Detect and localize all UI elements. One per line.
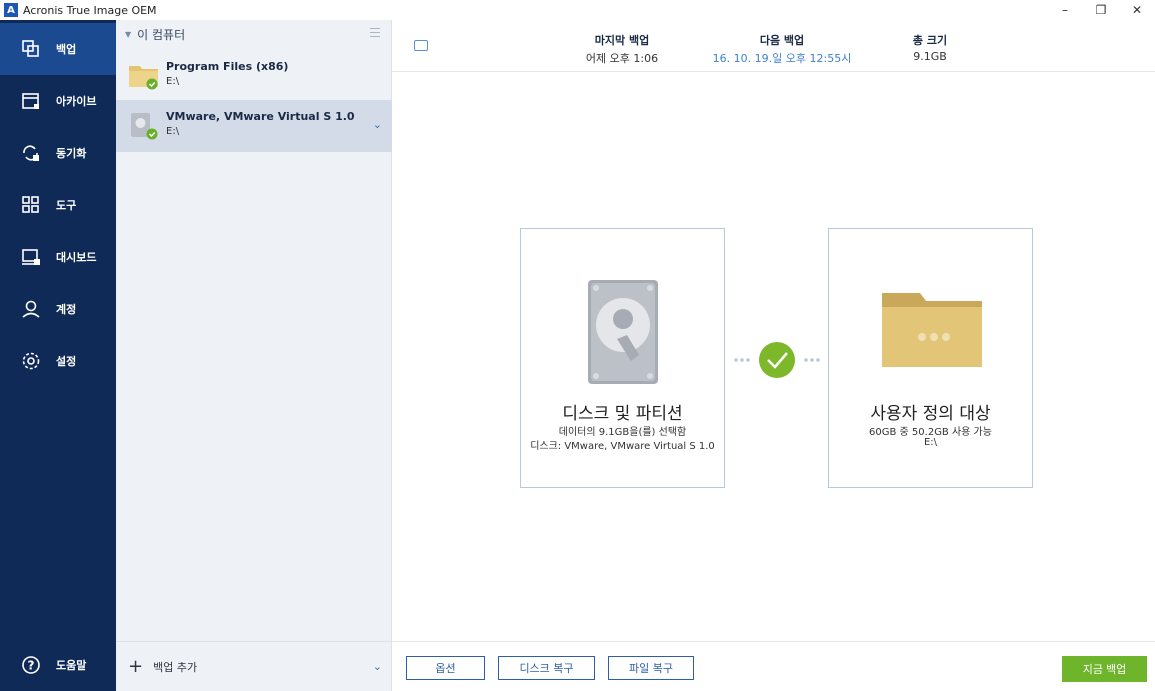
sidebar-item-label: 대시보드 (56, 251, 97, 264)
collapse-triangle-icon[interactable]: ▼ (125, 30, 131, 39)
backup-path: E:\ (166, 126, 180, 137)
source-disk-name: 디스크: VMware, VMware Virtual S 1.0 (530, 441, 715, 452)
sidebar: 백업 아카이브 동기화 도구 대시보드 계정 설정 ? 도움말 (0, 20, 116, 691)
last-backup-label: 마지막 백업 (594, 34, 650, 47)
destination-free-space: 60GB 중 50.2GB 사용 가능 (869, 427, 992, 438)
source-selected-size: 데이터의 9.1GB을(를) 선택함 (558, 427, 687, 438)
total-size: 총 크기 9.1GB (890, 32, 970, 63)
list-item-vmware-disk[interactable]: VMware, VMware Virtual S 1.0 E:\ ⌄ (116, 100, 392, 152)
total-size-label: 총 크기 (912, 34, 948, 47)
main-panel: 마지막 백업 어제 오후 1:06 다음 백업 16. 10. 19.일 오후 … (392, 20, 1155, 691)
add-backup-label: 백업 추가 (153, 660, 198, 674)
disk-icon (128, 110, 160, 140)
title-bar: A Acronis True Image OEM – ❐ ✕ (0, 0, 1155, 20)
account-icon (20, 298, 42, 320)
tools-icon (20, 194, 42, 216)
folder-icon (128, 60, 160, 90)
restore-button[interactable]: ❐ (1083, 0, 1119, 20)
backup-path: E:\ (166, 76, 180, 87)
help-icon: ? (20, 654, 42, 676)
sidebar-item-label: 아카이브 (56, 95, 97, 108)
close-button[interactable]: ✕ (1119, 0, 1155, 20)
window-title: Acronis True Image OEM (23, 3, 157, 17)
backup-list-header[interactable]: ▼ 이 컴퓨터 (116, 20, 392, 48)
sidebar-item-label: 백업 (56, 43, 77, 56)
source-card[interactable]: 디스크 및 파티션 데이터의 9.1GB을(를) 선택함 디스크: VMware… (520, 228, 725, 488)
sidebar-item-label: 도구 (56, 199, 77, 212)
backup-icon (20, 38, 42, 60)
sidebar-item-account[interactable]: 계정 (0, 283, 116, 335)
last-backup: 마지막 백업 어제 오후 1:06 (577, 32, 667, 66)
window-controls: – ❐ ✕ (1047, 0, 1155, 20)
backup-summary: 마지막 백업 어제 오후 1:06 다음 백업 16. 10. 19.일 오후 … (392, 20, 1155, 72)
list-menu-icon[interactable] (370, 28, 380, 37)
sidebar-item-dashboard[interactable]: 대시보드 (0, 231, 116, 283)
sidebar-item-tools[interactable]: 도구 (0, 179, 116, 231)
hard-disk-icon (588, 280, 658, 384)
sidebar-item-help[interactable]: ? 도움말 (0, 639, 116, 691)
destination-path: E:\ (923, 437, 938, 448)
backup-now-button[interactable]: 지금 백업 (1062, 656, 1147, 682)
disk-recovery-button[interactable]: 디스크 복구 (498, 656, 595, 680)
list-header-label: 이 컴퓨터 (137, 27, 186, 42)
next-backup-value[interactable]: 16. 10. 19.일 오후 12:55시 (692, 50, 872, 66)
minimize-button[interactable]: – (1047, 0, 1083, 20)
comment-icon[interactable] (414, 40, 428, 51)
sidebar-item-label: 도움말 (56, 659, 87, 672)
sidebar-item-label: 동기화 (56, 147, 87, 160)
app-logo-icon: A (4, 3, 18, 17)
gear-icon (20, 350, 42, 372)
last-backup-value: 어제 오후 1:06 (585, 52, 659, 65)
sidebar-item-label: 계정 (56, 303, 77, 316)
chevron-down-icon[interactable]: ⌄ (373, 660, 382, 673)
dashboard-icon (20, 246, 42, 268)
file-recovery-button[interactable]: 파일 복구 (608, 656, 694, 680)
archive-icon (20, 90, 42, 112)
next-backup: 다음 백업 16. 10. 19.일 오후 12:55시 (692, 32, 872, 66)
plus-icon: + (128, 656, 144, 677)
backup-list-pane: ▼ 이 컴퓨터 Program Files (x86) E:\ VMware, … (116, 20, 392, 691)
destination-card[interactable]: 사용자 정의 대상 60GB 중 50.2GB 사용 가능 E:\ (828, 228, 1033, 488)
total-size-value: 9.1GB (913, 50, 947, 63)
sidebar-item-label: 설정 (56, 355, 77, 368)
sidebar-item-archive[interactable]: 아카이브 (0, 75, 116, 127)
folder-icon (882, 293, 982, 367)
backup-status-check-icon (734, 342, 820, 378)
destination-title: 사용자 정의 대상 (870, 404, 991, 424)
add-backup-button[interactable]: + 백업 추가 ⌄ (116, 641, 392, 691)
sidebar-item-backup[interactable]: 백업 (0, 23, 116, 75)
sync-icon (20, 142, 42, 164)
bottom-toolbar: 옵션 디스크 복구 파일 복구 지금 백업 (392, 641, 1155, 691)
source-title: 디스크 및 파티션 (562, 404, 683, 424)
next-backup-label: 다음 백업 (759, 34, 805, 47)
list-item-program-files[interactable]: Program Files (x86) E:\ (116, 50, 392, 102)
svg-text:?: ? (28, 659, 35, 673)
options-button[interactable]: 옵션 (406, 656, 485, 680)
sidebar-item-sync[interactable]: 동기화 (0, 127, 116, 179)
sidebar-item-settings[interactable]: 설정 (0, 335, 116, 387)
backup-name: VMware, VMware Virtual S 1.0 (166, 110, 355, 123)
chevron-down-icon[interactable]: ⌄ (373, 118, 382, 131)
backup-name: Program Files (x86) (166, 60, 289, 73)
